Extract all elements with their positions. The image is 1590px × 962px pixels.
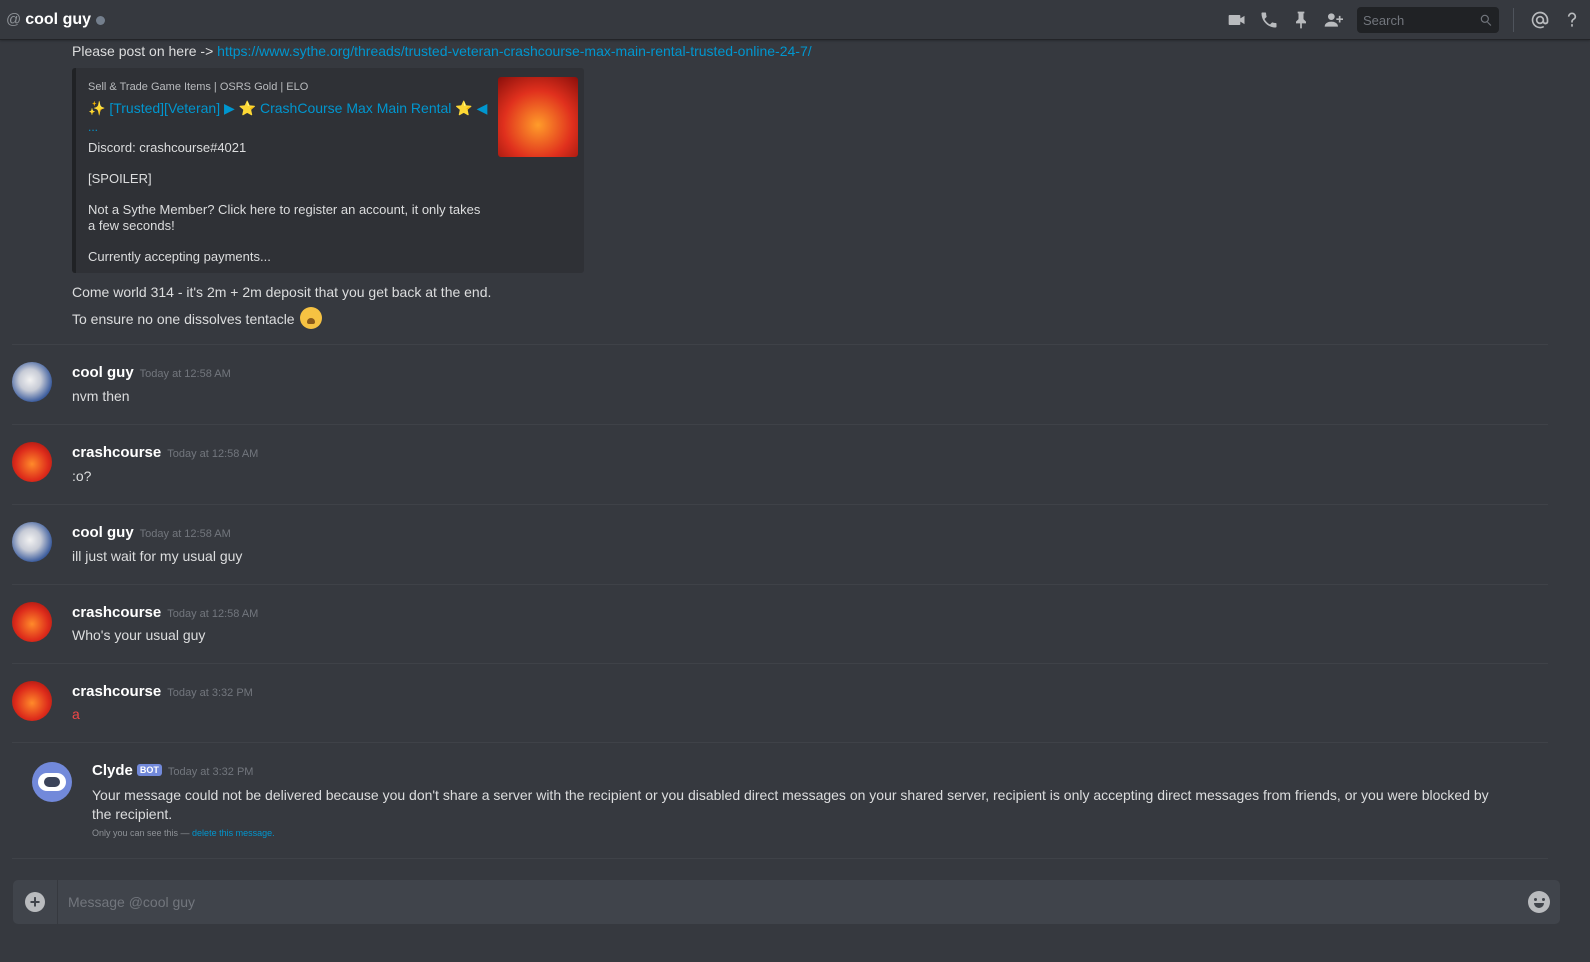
- pin-icon[interactable]: [1289, 8, 1313, 32]
- message-content: Please post on here -> https://www.sythe…: [72, 43, 812, 59]
- message-text: Please post on here ->: [72, 43, 218, 59]
- link-embed: Sell & Trade Game Items | OSRS Gold | EL…: [72, 68, 584, 273]
- add-friend-icon[interactable]: [1321, 8, 1345, 32]
- star-emoji: ⭐: [238, 100, 257, 116]
- avatar[interactable]: [12, 362, 52, 402]
- delete-message-link[interactable]: delete this message.: [192, 828, 275, 838]
- arrow-left-icon: ◀: [476, 100, 488, 116]
- author-name[interactable]: crashcourse: [72, 444, 161, 461]
- bot-badge: BOT: [136, 764, 162, 776]
- message-divider: [12, 663, 1548, 664]
- message-text: Who's your usual guy: [72, 627, 206, 643]
- channel-header: @ cool guy Search: [0, 0, 1590, 40]
- header-divider: [1513, 8, 1514, 32]
- mentions-icon[interactable]: [1528, 8, 1552, 32]
- ephemeral-note: Only you can see this — delete this mess…: [92, 828, 275, 838]
- message-author[interactable]: cool guy Today at 12:58 AM: [72, 524, 231, 541]
- message-text: ill just wait for my usual guy: [72, 548, 243, 564]
- message-author[interactable]: Clyde BOT Today at 3:32 PM: [92, 762, 253, 779]
- message-divider: [12, 504, 1548, 505]
- embed-title-name[interactable]: CrashCourse Max Main Rental: [260, 100, 451, 116]
- embed-thumbnail[interactable]: [498, 77, 578, 157]
- search-icon: [1480, 14, 1492, 26]
- embed-ellipsis[interactable]: ...: [88, 120, 98, 134]
- embed-title-tag[interactable]: [Trusted][Veteran]: [109, 100, 220, 116]
- embed-provider: Sell & Trade Game Items | OSRS Gold | EL…: [88, 81, 309, 93]
- timestamp: Today at 12:58 AM: [139, 368, 231, 380]
- message-composer[interactable]: + Message @cool guy: [13, 880, 1560, 924]
- clyde-avatar[interactable]: [32, 762, 72, 802]
- ephemeral-note-text: Only you can see this —: [92, 828, 193, 838]
- message-author[interactable]: crashcourse Today at 12:58 AM: [72, 444, 258, 461]
- timestamp: Today at 3:32 PM: [167, 766, 254, 778]
- message-text: Come world 314 - it's 2m + 2m deposit th…: [72, 284, 492, 300]
- failed-message-text: a: [72, 706, 80, 722]
- author-name[interactable]: cool guy: [72, 524, 134, 541]
- help-icon[interactable]: [1560, 8, 1584, 32]
- message-text: :o?: [72, 468, 92, 484]
- message-text: nvm then: [72, 388, 130, 404]
- search-input[interactable]: Search: [1357, 7, 1499, 33]
- status-indicator: [96, 16, 106, 25]
- message-divider: [12, 742, 1548, 743]
- embed-desc-line: Currently accepting payments...: [88, 249, 271, 264]
- message-author[interactable]: crashcourse Today at 3:32 PM: [72, 683, 253, 700]
- author-name[interactable]: crashcourse: [72, 604, 161, 621]
- message-author[interactable]: crashcourse Today at 12:58 AM: [72, 604, 258, 621]
- message-text: Your message could not be delivered beca…: [92, 787, 1489, 822]
- timestamp: Today at 12:58 AM: [167, 608, 259, 620]
- arrow-right-icon: ▶: [223, 100, 235, 116]
- thread-link[interactable]: https://www.sythe.org/threads/trusted-ve…: [217, 43, 811, 59]
- message-line: To ensure no one dissolves tentacle: [72, 307, 323, 329]
- author-name[interactable]: crashcourse: [72, 683, 161, 700]
- search-placeholder: Search: [1363, 12, 1405, 28]
- embed-desc-line: [SPOILER]: [88, 171, 152, 186]
- message-author[interactable]: cool guy Today at 12:58 AM: [72, 364, 231, 381]
- dm-title: cool guy: [25, 10, 92, 28]
- message-input[interactable]: Message @cool guy: [68, 894, 1528, 910]
- embed-title[interactable]: ✨ [Trusted][Veteran] ▶ ⭐ CrashCourse Max…: [88, 100, 487, 117]
- author-name[interactable]: Clyde: [92, 762, 133, 779]
- message-text: To ensure no one dissolves tentacle: [72, 311, 295, 327]
- avatar[interactable]: [12, 442, 52, 482]
- message-divider: [12, 344, 1548, 345]
- embed-desc-line: Discord: crashcourse#4021: [88, 140, 247, 155]
- message-divider: [12, 424, 1548, 425]
- emoji-picker-icon[interactable]: [1528, 891, 1550, 913]
- bot-icon: [38, 773, 66, 791]
- video-call-icon[interactable]: [1225, 8, 1249, 32]
- sparkles-emoji: ✨: [88, 100, 106, 116]
- author-name[interactable]: cool guy: [72, 364, 134, 381]
- upload-button[interactable]: +: [13, 880, 58, 924]
- embed-desc-line: Not a Sythe Member? Click here to regist…: [88, 202, 481, 233]
- avatar[interactable]: [12, 522, 52, 562]
- voice-call-icon[interactable]: [1257, 8, 1281, 32]
- plus-icon: +: [25, 892, 45, 912]
- star-emoji: ⭐: [455, 100, 473, 116]
- message-divider: [12, 584, 1548, 585]
- message-list[interactable]: Please post on here -> https://www.sythe…: [0, 40, 1590, 862]
- timestamp: Today at 12:58 AM: [139, 528, 231, 540]
- timestamp: Today at 12:58 AM: [167, 448, 259, 460]
- embed-description: Discord: crashcourse#4021 [SPOILER] Not …: [88, 140, 488, 280]
- message-divider: [12, 858, 1548, 859]
- avatar[interactable]: [12, 681, 52, 721]
- dm-at-icon: @: [6, 11, 22, 28]
- avatar[interactable]: [12, 602, 52, 642]
- crying-emoji: [300, 307, 323, 329]
- timestamp: Today at 3:32 PM: [167, 687, 253, 699]
